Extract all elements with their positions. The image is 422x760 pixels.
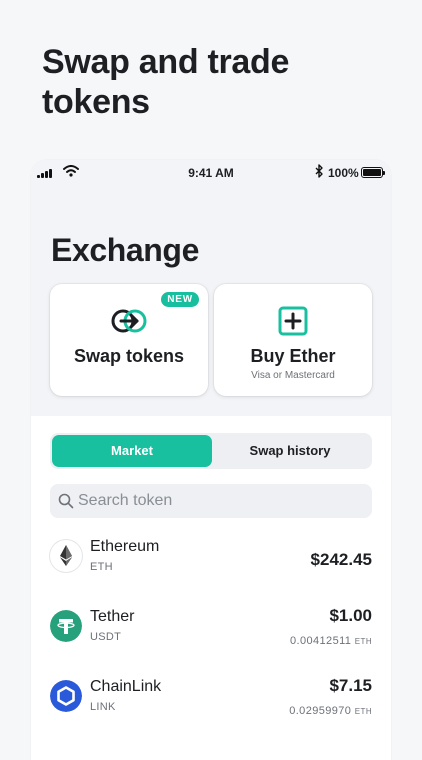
swap-arrow-icon	[111, 309, 147, 333]
token-row-chainlink[interactable]: ChainLink LINK $7.15 0.02959970 ETH	[50, 672, 372, 728]
header-area: 9:41 AM 100% Exchange NEW Swap tokens Bu…	[31, 160, 391, 416]
eth-value: 0.00412511	[290, 635, 352, 647]
swap-tokens-label: Swap tokens	[73, 346, 185, 366]
token-name: Ethereum	[90, 538, 160, 555]
chainlink-icon	[50, 680, 82, 712]
token-name: Tether	[90, 608, 135, 625]
token-name: ChainLink	[90, 678, 162, 695]
status-bar: 9:41 AM 100%	[31, 160, 391, 186]
token-symbol: ETH	[90, 561, 113, 573]
token-row-ethereum[interactable]: Ethereum ETH $242.45	[50, 532, 372, 588]
token-eth-value: 0.00412511 ETH	[290, 635, 372, 647]
search-bar	[50, 484, 372, 518]
new-badge: NEW	[161, 292, 199, 307]
buy-ether-label: Buy Ether	[250, 346, 336, 366]
eth-value: 0.02959970	[289, 705, 352, 717]
token-price: $7.15	[329, 676, 372, 695]
eth-unit: ETH	[354, 637, 372, 646]
plus-square-icon	[278, 306, 308, 336]
tab-switcher: Market Swap history	[50, 433, 372, 469]
ethereum-icon	[50, 540, 82, 572]
buy-ether-card[interactable]: Buy Ether Visa or Mastercard	[214, 284, 372, 396]
token-symbol: LINK	[90, 701, 116, 713]
bluetooth-icon	[315, 164, 323, 178]
tab-market[interactable]: Market	[52, 435, 212, 467]
search-input[interactable]	[78, 484, 362, 518]
tether-icon	[50, 610, 82, 642]
battery-icon	[361, 167, 385, 178]
swap-tokens-card[interactable]: NEW Swap tokens	[50, 284, 208, 396]
search-icon	[58, 493, 74, 509]
token-price: $242.45	[310, 550, 372, 569]
eth-unit: ETH	[354, 707, 372, 716]
token-price: $1.00	[329, 606, 372, 625]
battery-percent: 100%	[328, 166, 359, 180]
token-eth-value: 0.02959970 ETH	[289, 705, 372, 717]
page-title: Exchange	[51, 232, 199, 268]
token-symbol: USDT	[90, 631, 122, 643]
buy-ether-subtitle: Visa or Mastercard	[251, 370, 335, 381]
tab-swap-history[interactable]: Swap history	[210, 435, 370, 467]
promo-headline: Swap and trade tokens	[42, 43, 290, 121]
token-row-tether[interactable]: Tether USDT $1.00 0.00412511 ETH	[50, 602, 372, 658]
phone-screen: 9:41 AM 100% Exchange NEW Swap tokens Bu…	[31, 160, 391, 760]
